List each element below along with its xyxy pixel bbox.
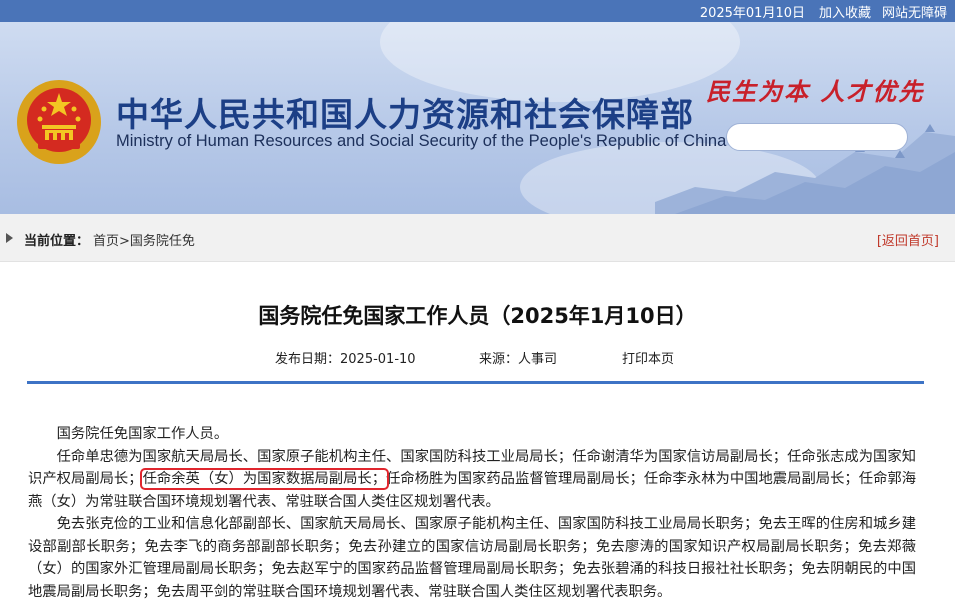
breadcrumb-label: 当前位置： — [24, 234, 90, 249]
breadcrumb-current[interactable]: 国务院任免 — [130, 234, 195, 249]
article-paragraph-appointments: 任命单忠德为国家航天局局长、国家原子能机构主任、国家国防科技工业局局长；任命谢清… — [28, 446, 916, 514]
triangle-icon — [6, 233, 13, 243]
breadcrumb-path: 首页>国务院任免 — [93, 230, 195, 249]
site-subtitle: Ministry of Human Resources and Social S… — [116, 132, 727, 150]
breadcrumb: 当前位置： 首页>国务院任免 [返回首页] — [0, 214, 955, 262]
article-title: 国务院任免国家工作人员（2025年1月10日） — [258, 304, 697, 328]
site-header: 中华人民共和国人力资源和社会保障部 Ministry of Human Reso… — [0, 22, 955, 214]
article-paragraph-removals: 免去张克俭的工业和信息化部副部长、国家航天局局长、国家原子能机构主任、国家国防科… — [28, 516, 916, 600]
accessibility-link[interactable]: 网站无障碍 — [882, 2, 947, 21]
print-page-link[interactable]: 打印本页 — [622, 348, 674, 367]
great-wall-image — [655, 124, 955, 214]
search-input[interactable] — [726, 123, 908, 151]
title-divider — [27, 381, 924, 384]
back-home-link[interactable]: [返回首页] — [877, 230, 939, 249]
publish-date: 发布日期：2025-01-10 — [275, 352, 416, 367]
article-intro: 国务院任免国家工作人员。 — [56, 426, 229, 442]
national-emblem-icon — [17, 80, 101, 164]
article-body: 国务院任免国家工作人员。 任命单忠德为国家航天局局长、国家原子能机构主任、国家国… — [28, 423, 916, 603]
breadcrumb-separator: > — [119, 234, 130, 249]
current-date: 2025年01月10日 — [699, 6, 805, 21]
top-bar: 2025年01月10日 加入收藏 网站无障碍 — [0, 0, 955, 22]
slogan: 民生为本 人才优先 — [706, 77, 925, 106]
highlighted-appointment: 任命余英（女）为国家数据局副局长； — [139, 468, 390, 490]
add-favorite-link[interactable]: 加入收藏 — [819, 2, 871, 21]
breadcrumb-home[interactable]: 首页 — [93, 234, 119, 249]
article-source: 来源：人事司 — [479, 352, 558, 367]
site-title[interactable]: 中华人民共和国人力资源和社会保障部 — [116, 88, 694, 136]
